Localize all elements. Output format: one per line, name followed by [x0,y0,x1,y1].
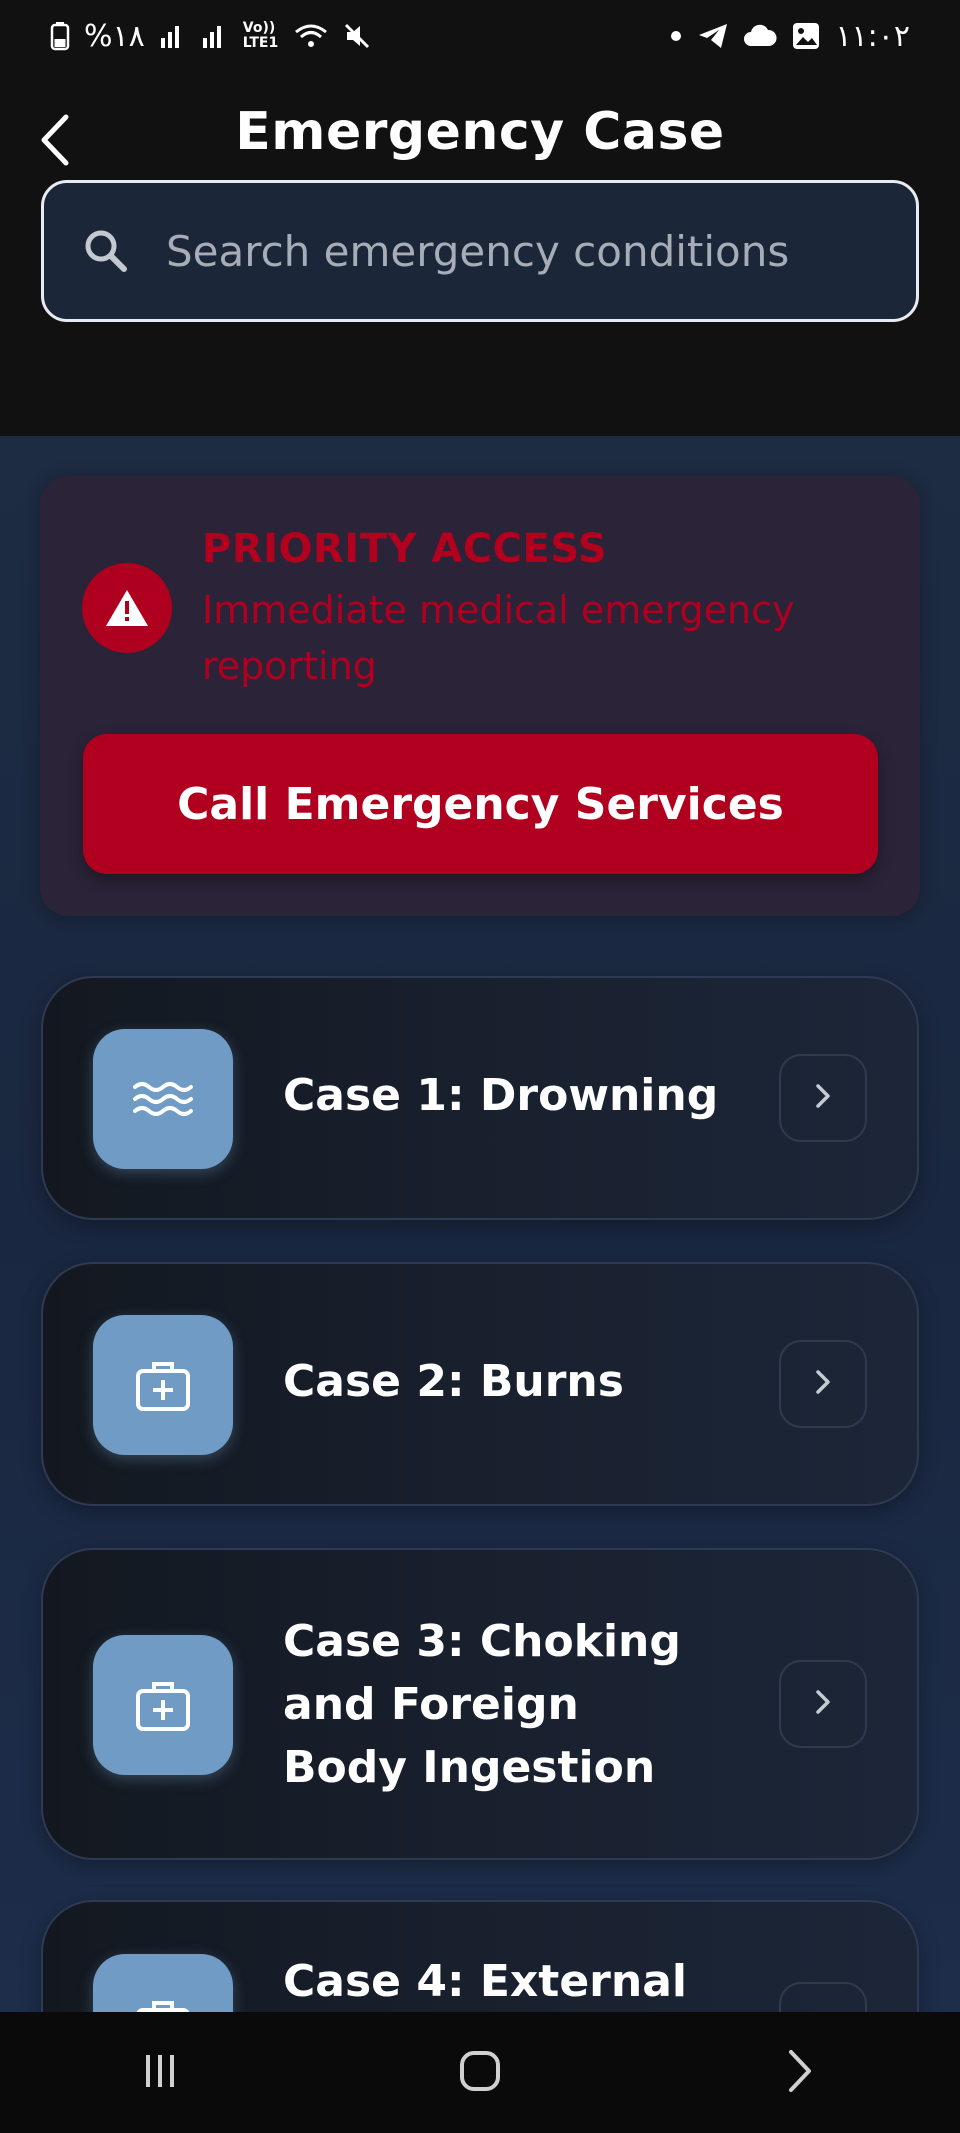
network-type: Vo)) LTE1 [242,20,279,51]
medical-kit-icon [93,1954,233,2012]
telegram-icon [697,22,729,50]
image-icon [791,21,821,51]
case-label: Case 3: Choking and Foreign Body Ingesti… [283,1616,681,1793]
chevron-right-icon [814,1688,832,1720]
case-chevron-button[interactable] [779,1982,867,2012]
home-button[interactable] [420,2033,540,2113]
chevron-right-icon [814,1368,832,1400]
search-bar[interactable] [41,180,919,322]
recents-button[interactable] [100,2033,220,2113]
dot-icon [669,29,683,43]
signal-icon [159,22,187,50]
case-card-choking[interactable]: Case 3: Choking and Foreign Body Ingesti… [41,1548,919,1860]
search-input[interactable] [164,225,896,277]
case-card-external[interactable]: Case 4: External or [41,1900,919,2012]
priority-access-card: PRIORITY ACCESS Immediate medical emerge… [40,476,920,916]
status-left: %١٨ Vo)) LTE1 [50,19,371,54]
main-content: PRIORITY ACCESS Immediate medical emerge… [0,436,960,2012]
clock: ١١:٠٢ [835,18,910,54]
search-icon [76,221,136,281]
battery-percent: %١٨ [84,18,145,54]
system-nav-bar [0,2012,960,2133]
case-chevron-button[interactable] [779,1340,867,1428]
case-card-drowning[interactable]: Case 1: Drowning [41,976,919,1220]
medical-kit-icon [93,1315,233,1455]
chevron-right-icon [785,2048,815,2098]
case-chevron-button[interactable] [779,1660,867,1748]
case-label: Case 1: Drowning [283,1070,719,1121]
case-label: Case 4: External or [283,1956,687,2007]
case-label: Case 2: Burns [283,1356,624,1407]
back-nav-button[interactable] [740,2033,860,2113]
case-chevron-button[interactable] [779,1054,867,1142]
case-card-burns[interactable]: Case 2: Burns [41,1262,919,1506]
chevron-right-icon [814,1082,832,1114]
status-bar: %١٨ Vo)) LTE1 ١١:٠٢ [0,0,960,72]
medical-kit-icon [93,1635,233,1775]
cloud-icon [743,24,777,48]
priority-subtitle: Immediate medical emergency reporting [202,588,795,688]
wifi-icon [293,22,329,50]
battery-icon [50,21,70,51]
page-title: Emergency Case [235,102,725,162]
call-emergency-button[interactable]: Call Emergency Services [83,734,878,874]
priority-title: PRIORITY ACCESS [202,526,608,572]
mute-icon [343,22,371,50]
home-icon [458,2049,502,2097]
waves-icon [93,1029,233,1169]
signal-icon-2 [201,22,229,50]
warning-icon [82,563,172,653]
recents-icon [140,2051,180,2095]
status-right: ١١:٠٢ [669,19,910,54]
